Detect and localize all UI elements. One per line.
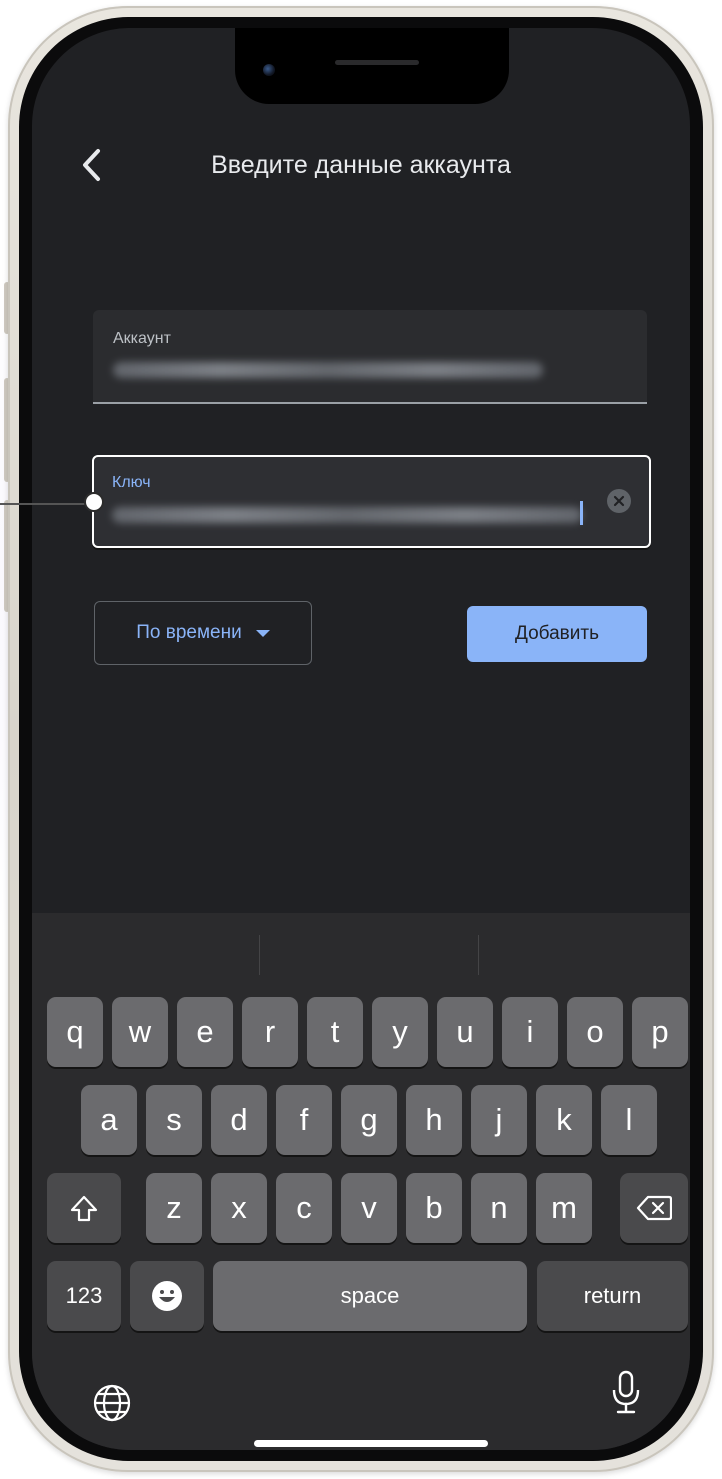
backspace-icon bbox=[636, 1195, 672, 1221]
key-z[interactable]: z bbox=[146, 1173, 202, 1243]
key-w[interactable]: w bbox=[112, 997, 168, 1067]
speaker bbox=[335, 60, 419, 65]
key-s[interactable]: s bbox=[146, 1085, 202, 1155]
page-title: Введите данные аккаунта bbox=[211, 151, 511, 179]
suggestion-separator bbox=[259, 935, 260, 975]
annotation-connector-line bbox=[0, 503, 95, 505]
key-value-blurred bbox=[112, 507, 582, 523]
mode-label: По времени bbox=[136, 622, 242, 643]
annotation-connector-dot bbox=[84, 492, 104, 512]
key-v[interactable]: v bbox=[341, 1173, 397, 1243]
key-p[interactable]: p bbox=[632, 997, 688, 1067]
key-c[interactable]: c bbox=[276, 1173, 332, 1243]
suggestion-separator bbox=[478, 935, 479, 975]
numbers-key[interactable]: 123 bbox=[47, 1261, 121, 1331]
key-g[interactable]: g bbox=[341, 1085, 397, 1155]
clear-icon[interactable] bbox=[607, 489, 631, 513]
shift-icon bbox=[70, 1195, 98, 1222]
key-i[interactable]: i bbox=[502, 997, 558, 1067]
key-q[interactable]: q bbox=[47, 997, 103, 1067]
key-y[interactable]: y bbox=[372, 997, 428, 1067]
key-t[interactable]: t bbox=[307, 997, 363, 1067]
key-f[interactable]: f bbox=[276, 1085, 332, 1155]
keyboard: q w e r t y u i o p a s d f g h j k l z … bbox=[32, 913, 690, 1450]
emoji-key[interactable] bbox=[130, 1261, 204, 1331]
key-d[interactable]: d bbox=[211, 1085, 267, 1155]
phone-screen: Введите данные аккаунта Аккаунт Ключ По … bbox=[32, 28, 690, 1450]
backspace-key[interactable] bbox=[620, 1173, 688, 1243]
key-b[interactable]: b bbox=[406, 1173, 462, 1243]
add-button[interactable]: Добавить bbox=[467, 606, 647, 662]
dropdown-triangle-icon bbox=[255, 629, 270, 637]
key-r[interactable]: r bbox=[242, 997, 298, 1067]
globe-icon[interactable] bbox=[92, 1383, 132, 1423]
key-u[interactable]: u bbox=[437, 997, 493, 1067]
account-field[interactable]: Аккаунт bbox=[93, 310, 647, 404]
shift-key[interactable] bbox=[47, 1173, 121, 1243]
notch bbox=[235, 28, 509, 104]
key-e[interactable]: e bbox=[177, 997, 233, 1067]
account-value-blurred bbox=[113, 362, 543, 378]
mode-dropdown-button[interactable]: По времени bbox=[94, 601, 312, 665]
home-indicator[interactable] bbox=[254, 1440, 488, 1447]
key-a[interactable]: a bbox=[81, 1085, 137, 1155]
account-field-label: Аккаунт bbox=[113, 330, 171, 347]
camera bbox=[263, 64, 275, 76]
key-o[interactable]: o bbox=[567, 997, 623, 1067]
key-h[interactable]: h bbox=[406, 1085, 462, 1155]
header: Введите данные аккаунта bbox=[32, 143, 690, 187]
key-j[interactable]: j bbox=[471, 1085, 527, 1155]
return-key[interactable]: return bbox=[537, 1261, 688, 1331]
key-field[interactable]: Ключ bbox=[92, 455, 651, 548]
emoji-icon bbox=[152, 1281, 182, 1311]
space-key[interactable]: space bbox=[213, 1261, 527, 1331]
key-n[interactable]: n bbox=[471, 1173, 527, 1243]
text-caret bbox=[580, 501, 583, 525]
key-k[interactable]: k bbox=[536, 1085, 592, 1155]
key-x[interactable]: x bbox=[211, 1173, 267, 1243]
microphone-icon[interactable] bbox=[610, 1370, 642, 1418]
key-m[interactable]: m bbox=[536, 1173, 592, 1243]
key-l[interactable]: l bbox=[601, 1085, 657, 1155]
key-field-label: Ключ bbox=[112, 474, 151, 491]
